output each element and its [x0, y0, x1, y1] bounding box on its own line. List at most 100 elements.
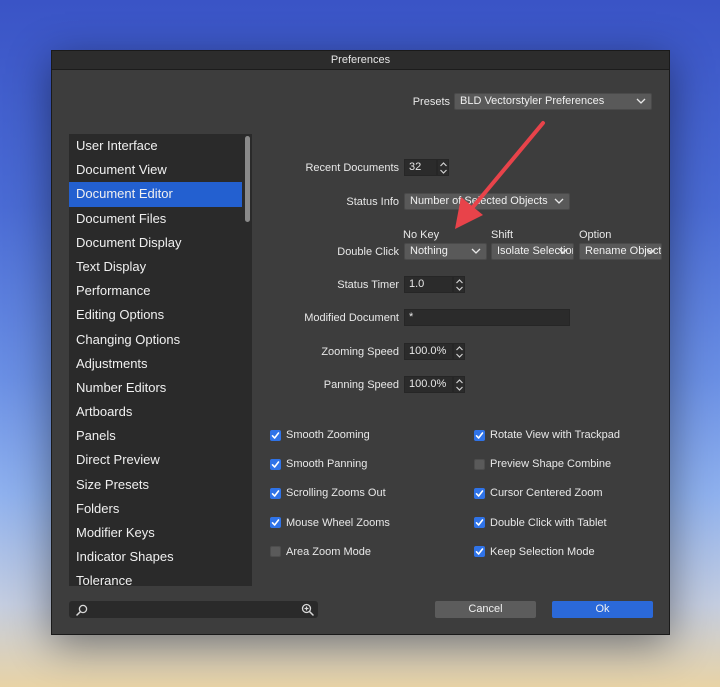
checkmark-icon — [475, 519, 484, 526]
panning-speed-field[interactable]: 100.0% — [404, 376, 453, 393]
scrollbar-thumb[interactable] — [245, 136, 250, 222]
cancel-button[interactable]: Cancel — [435, 601, 536, 618]
checkbox-rotate-view-with-trackpad[interactable]: Rotate View with Trackpad — [474, 428, 620, 442]
zooming-speed-field[interactable]: 100.0% — [404, 343, 453, 360]
checkbox-label: Smooth Panning — [286, 458, 368, 471]
checkbox-mouse-wheel-zooms[interactable]: Mouse Wheel Zooms — [270, 516, 390, 530]
sidebar-item-size-presets[interactable]: Size Presets — [69, 473, 252, 497]
status-timer-field[interactable]: 1.0 — [404, 276, 453, 293]
checkmark-icon — [475, 490, 484, 497]
double-click-shift-dropdown[interactable]: Isolate Selection — [491, 243, 574, 260]
sidebar-item-text-display[interactable]: Text Display — [69, 255, 252, 279]
checkbox-label: Smooth Zooming — [286, 429, 370, 441]
search-input[interactable] — [69, 601, 318, 618]
sidebar-item-panels[interactable]: Panels — [69, 424, 252, 448]
sidebar-item-number-editors[interactable]: Number Editors — [69, 376, 252, 400]
status-info-label: Status Info — [346, 196, 399, 208]
status-timer-stepper[interactable] — [453, 276, 465, 293]
sidebar-item-direct-preview[interactable]: Direct Preview — [69, 448, 252, 472]
window-title: Preferences — [52, 51, 669, 70]
checkbox-cursor-centered-zoom[interactable]: Cursor Centered Zoom — [474, 486, 603, 500]
checkbox-checked-icon[interactable] — [474, 546, 485, 558]
zooming-speed-stepper[interactable] — [453, 343, 465, 360]
chevron-down-icon — [558, 248, 568, 254]
chevron-down-icon — [646, 248, 656, 254]
presets-dropdown[interactable]: BLD Vectorstyler Preferences — [454, 93, 652, 110]
stepper-icon — [456, 279, 463, 291]
chevron-down-icon — [554, 198, 564, 204]
sidebar-list: User Interface Document View Document Edit… — [69, 134, 252, 586]
checkmark-icon — [271, 490, 280, 497]
checkbox-label: Area Zoom Mode — [286, 545, 371, 558]
recent-documents-field[interactable]: 32 — [404, 159, 437, 176]
double-click-option-dropdown[interactable]: Rename Object — [579, 243, 662, 260]
sidebar-item-user-interface[interactable]: User Interface — [69, 134, 252, 158]
sidebar-scrollbar[interactable] — [242, 134, 252, 586]
panning-speed-label: Panning Speed — [323, 379, 399, 391]
checkmark-icon — [271, 431, 280, 439]
checkbox-checked-icon[interactable] — [270, 458, 281, 470]
annotation-arrow-icon — [455, 121, 545, 229]
checkbox-smooth-zooming[interactable]: Smooth Zooming — [270, 428, 370, 442]
checkmark-icon — [475, 548, 484, 556]
presets-value: BLD Vectorstyler Preferences — [460, 95, 605, 107]
checkbox-label: Rotate View with Trackpad — [490, 429, 621, 441]
ok-button[interactable]: Ok — [552, 601, 653, 618]
checkmark-icon — [475, 431, 484, 439]
zooming-speed-label: Zooming Speed — [321, 346, 399, 358]
sidebar-item-document-editor[interactable]: Document Editor — [69, 182, 252, 207]
checkbox-label: Preview Shape Combine — [490, 458, 612, 471]
sidebar-item-artboards[interactable]: Artboards — [69, 400, 252, 424]
zoom-in-icon[interactable] — [301, 603, 314, 616]
checkbox-checked-icon[interactable] — [474, 517, 485, 529]
modified-document-field[interactable]: * — [404, 309, 570, 326]
option-header: Option — [579, 229, 612, 241]
checkbox-label: Keep Selection Mode — [490, 545, 595, 558]
stepper-icon — [456, 379, 463, 391]
sidebar-item-tolerance[interactable]: Tolerance — [69, 569, 252, 586]
preferences-window: Preferences Presets BLD Vectorstyler Pre… — [51, 50, 670, 635]
checkbox-checked-icon[interactable] — [270, 487, 281, 499]
checkbox-checked-icon[interactable] — [270, 429, 281, 441]
checkbox-label: Cursor Centered Zoom — [490, 487, 603, 500]
checkbox-preview-shape-combine[interactable]: Preview Shape Combine — [474, 457, 611, 471]
sidebar: User Interface Document View Document Edit… — [69, 134, 252, 586]
sidebar-item-editing-options[interactable]: Editing Options — [69, 303, 252, 327]
checkbox-double-click-with-tablet[interactable]: Double Click with Tablet — [474, 516, 607, 530]
checkmark-icon — [271, 460, 280, 468]
sidebar-item-modifier-keys[interactable]: Modifier Keys — [69, 521, 252, 545]
checkbox-label: Scrolling Zooms Out — [286, 487, 386, 500]
checkbox-checked-icon[interactable] — [474, 487, 485, 499]
sidebar-item-document-view[interactable]: Document View — [69, 158, 252, 182]
sidebar-item-indicator-shapes[interactable]: Indicator Shapes — [69, 545, 252, 569]
checkmark-icon — [271, 519, 280, 526]
sidebar-item-changing-options[interactable]: Changing Options — [69, 328, 252, 352]
checkbox-label: Double Click with Tablet — [490, 516, 607, 529]
checkbox-smooth-panning[interactable]: Smooth Panning — [270, 457, 367, 471]
checkbox-scrolling-zooms-out[interactable]: Scrolling Zooms Out — [270, 486, 386, 500]
sidebar-item-performance[interactable]: Performance — [69, 279, 252, 303]
sidebar-item-adjustments[interactable]: Adjustments — [69, 352, 252, 376]
checkbox-unchecked-icon[interactable] — [270, 546, 281, 558]
sidebar-item-document-files[interactable]: Document Files — [69, 207, 252, 231]
modified-document-label: Modified Document — [304, 312, 399, 324]
stepper-icon — [456, 346, 463, 358]
checkbox-label: Mouse Wheel Zooms — [286, 516, 390, 529]
checkbox-keep-selection-mode[interactable]: Keep Selection Mode — [474, 545, 595, 559]
double-click-no-key-dropdown[interactable]: Nothing — [404, 243, 487, 260]
no-key-header: No Key — [403, 229, 440, 241]
recent-documents-label: Recent Documents — [305, 162, 399, 174]
checkbox-unchecked-icon[interactable] — [474, 458, 485, 470]
search-icon — [76, 604, 88, 616]
sidebar-item-document-display[interactable]: Document Display — [69, 231, 252, 255]
presets-label: Presets — [412, 96, 450, 108]
sidebar-item-folders[interactable]: Folders — [69, 497, 252, 521]
checkbox-checked-icon[interactable] — [270, 517, 281, 529]
status-timer-label: Status Timer — [337, 279, 399, 291]
chevron-down-icon — [471, 248, 481, 254]
panning-speed-stepper[interactable] — [453, 376, 465, 393]
chevron-down-icon — [636, 98, 646, 104]
checkbox-area-zoom-mode[interactable]: Area Zoom Mode — [270, 545, 371, 559]
double-click-label: Double Click — [337, 246, 399, 258]
checkbox-checked-icon[interactable] — [474, 429, 485, 441]
